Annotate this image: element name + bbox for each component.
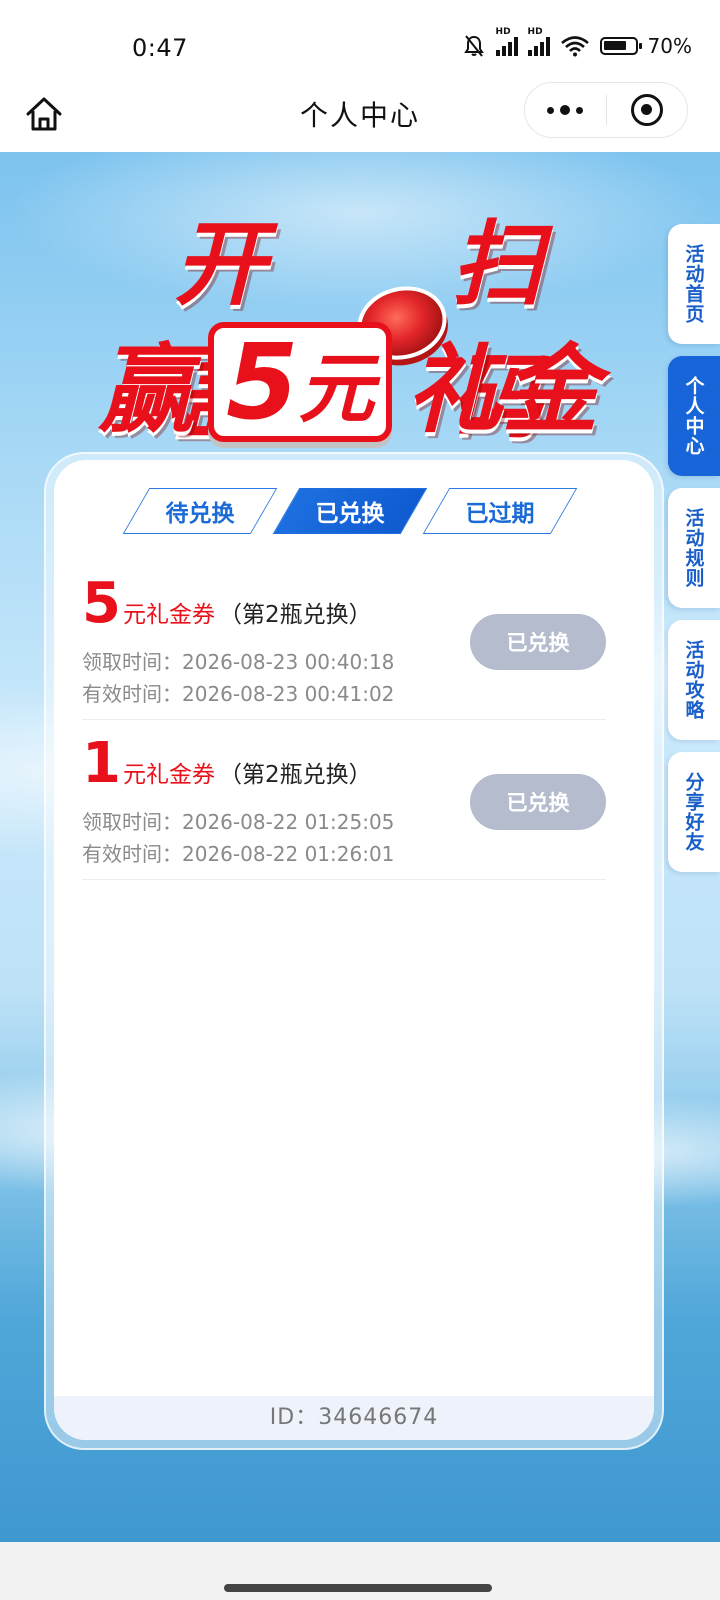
side-tab-label: 分享好友 — [682, 772, 705, 852]
banner-amount-unit: 元 — [298, 343, 375, 433]
banner-text-gift: 礼金 — [406, 334, 599, 446]
side-tab-activity-rules[interactable]: 活动规则 — [668, 488, 720, 608]
coupon-amount: 1 — [82, 731, 121, 796]
status-tabs: 待兑换 已兑换 已过期 — [122, 488, 578, 534]
wifi-icon — [560, 36, 589, 57]
valid-time: 有效时间：2026-08-22 01:26:01 — [82, 842, 395, 866]
coupon-name: 元礼金券 — [122, 762, 215, 788]
target-icon — [630, 94, 663, 126]
banner-line-2: 赢 5 元 礼金 — [98, 312, 598, 451]
redeemed-button[interactable]: 已兑换 — [470, 774, 606, 830]
valid-time: 有效时间：2026-08-23 00:41:02 — [82, 682, 395, 706]
coupon-note: （第2瓶兑换） — [218, 602, 372, 628]
banner-amount-box: 5 元 — [208, 320, 393, 443]
more-dot-icon — [547, 106, 555, 114]
status-time: 0:47 — [132, 34, 188, 62]
tab-expired[interactable]: 已过期 — [422, 488, 578, 534]
battery-level: 70% — [647, 34, 692, 58]
side-tab-label: 活动首页 — [682, 244, 705, 324]
list-item: 1 元礼金券 （第2瓶兑换） 领取时间：2026-08-22 01:25:05 … — [82, 730, 606, 880]
tab-pending[interactable]: 待兑换 — [122, 488, 278, 534]
list-item: 5 元礼金券 （第2瓶兑换） 领取时间：2026-08-23 00:40:18 … — [82, 570, 606, 720]
home-indicator[interactable] — [224, 1584, 492, 1592]
coupon-amount: 5 — [82, 571, 121, 636]
promo-banner: 开盖 扫码 赢 5 元 礼金 — [90, 190, 630, 451]
nav-bar: 个人中心 — [0, 80, 720, 152]
more-dot-icon — [576, 106, 584, 114]
side-tab-activity-guide[interactable]: 活动攻略 — [668, 620, 720, 740]
more-dot-icon — [560, 105, 571, 115]
received-time: 领取时间：2026-08-23 00:40:18 — [82, 650, 395, 674]
battery-icon — [599, 37, 642, 55]
side-tab-personal-center[interactable]: 个人中心 — [668, 356, 720, 476]
tab-label: 已过期 — [465, 501, 535, 527]
side-tab-label: 个人中心 — [682, 376, 705, 456]
more-menu-button[interactable] — [525, 105, 606, 115]
signal-hd-icon: HD — [495, 27, 518, 56]
tab-redeemed[interactable]: 已兑换 — [272, 488, 428, 534]
signal-hd-icon: HD — [527, 27, 550, 56]
mute-icon — [463, 35, 484, 57]
side-tab-share-friends[interactable]: 分享好友 — [668, 752, 720, 872]
close-mini-program-button[interactable] — [607, 94, 688, 126]
coupon-title: 5 元礼金券 （第2瓶兑换） — [82, 574, 372, 634]
status-icons: HD HD 70% — [462, 27, 692, 58]
coupon-title: 1 元礼金券 （第2瓶兑换） — [82, 734, 372, 794]
side-tab-label: 活动攻略 — [682, 640, 705, 720]
tab-label: 待兑换 — [165, 501, 235, 527]
banner-text-win: 赢 — [98, 334, 194, 446]
received-time: 领取时间：2026-08-22 01:25:05 — [82, 810, 395, 834]
banner-amount: 5 — [226, 320, 299, 443]
mini-program-capsule — [524, 82, 688, 138]
coupon-card: 待兑换 已兑换 已过期 5 元礼金券 （第2瓶兑换） 领取时间：2026-08-… — [54, 460, 654, 1440]
redeemed-button[interactable]: 已兑换 — [470, 614, 606, 670]
user-id: ID：34646674 — [54, 1396, 654, 1440]
coupon-note: （第2瓶兑换） — [218, 762, 372, 788]
tab-label: 已兑换 — [315, 501, 385, 527]
side-tab-activity-home[interactable]: 活动首页 — [668, 224, 720, 344]
coupon-name: 元礼金券 — [122, 602, 215, 628]
side-tab-label: 活动规则 — [682, 508, 705, 588]
